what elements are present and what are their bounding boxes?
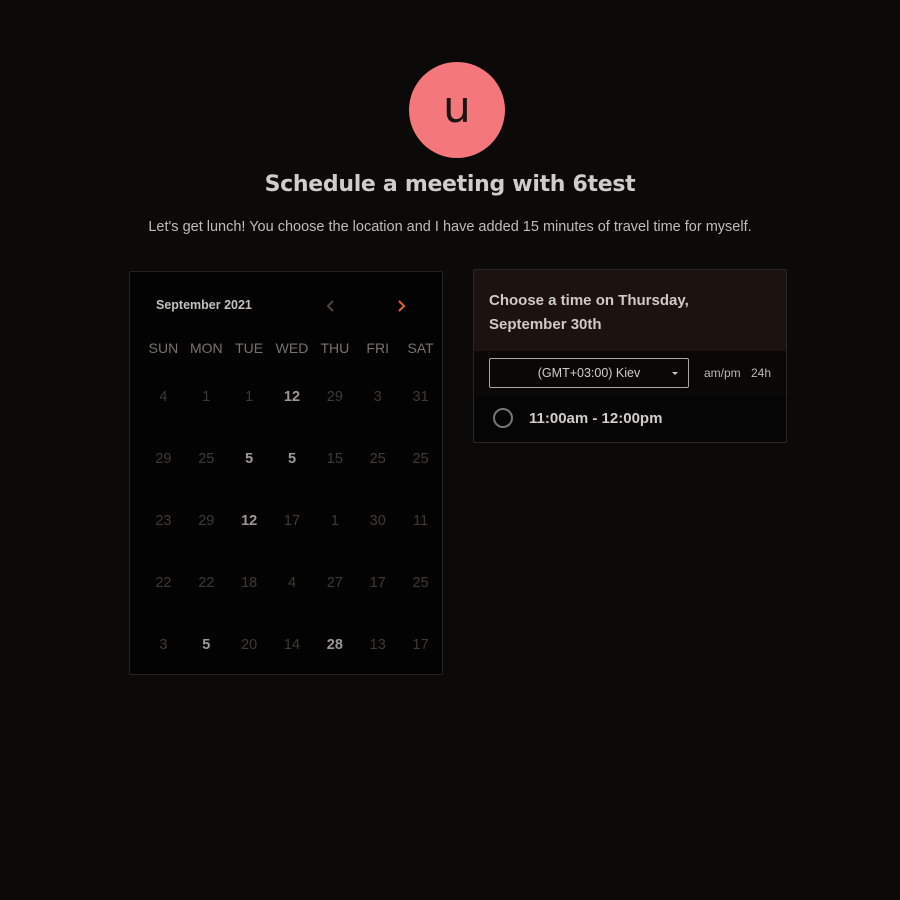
avatar: u xyxy=(409,62,505,158)
calendar-day: 25 xyxy=(412,575,429,591)
page-description: Let's get lunch! You choose the location… xyxy=(148,219,752,235)
calendar-day: 31 xyxy=(412,389,429,405)
time-slot[interactable]: 11:00am - 12:00pm xyxy=(474,396,786,443)
time-selection-panel: Choose a time on Thursday, September 30t… xyxy=(473,269,787,443)
calendar-day: 3 xyxy=(159,637,168,653)
weekday-header: SUN MON TUE WED THU FRI SAT xyxy=(142,340,442,356)
calendar-day[interactable]: 12 xyxy=(228,490,271,552)
format-ampm-toggle[interactable]: am/pm xyxy=(704,366,741,380)
calendar-day: 30 xyxy=(369,513,386,529)
calendar-day: 13 xyxy=(369,637,386,653)
calendar-day: 22 xyxy=(155,575,172,591)
calendar-day: 1 xyxy=(245,389,254,405)
chevron-left-icon xyxy=(326,300,334,312)
calendar-day: 29 xyxy=(198,513,215,529)
time-panel-header: Choose a time on Thursday, September 30t… xyxy=(474,270,786,351)
calendar-day: 17 xyxy=(369,575,386,591)
timezone-row: (GMT+03:00) Kiev am/pm 24h xyxy=(474,351,786,396)
weekday-label: SUN xyxy=(148,340,179,356)
calendar-day: 17 xyxy=(412,637,429,653)
calendar-day: 17 xyxy=(283,513,301,529)
weekday-label: SAT xyxy=(407,340,434,356)
calendar-day: 1 xyxy=(202,389,211,405)
calendar-day: 23 xyxy=(155,513,172,529)
calendar-day: 20 xyxy=(241,637,258,653)
radio-button[interactable] xyxy=(493,408,513,428)
chevron-right-icon xyxy=(398,300,406,312)
calendar-day[interactable]: 12 xyxy=(271,366,314,428)
calendar-day[interactable]: 28 xyxy=(313,614,356,676)
calendar-day: 14 xyxy=(283,637,301,653)
prev-month-button[interactable] xyxy=(319,294,343,318)
calendar-day[interactable]: 5 xyxy=(271,428,314,490)
scheduling-page: u Schedule a meeting with 6test Let's ge… xyxy=(0,0,900,900)
calendar-days-grid: 4 1 1 12 29 3 31 29 25 5 5 15 25 25 23 29 12 17 1 30 11 22 22 1… xyxy=(142,366,442,676)
calendar-day: 11 xyxy=(413,513,429,529)
calendar-day: 22 xyxy=(198,575,215,591)
calendar-day: 29 xyxy=(155,451,172,467)
calendar-day: 15 xyxy=(326,451,343,467)
calendar-day: 25 xyxy=(369,451,386,467)
time-slot-label: 11:00am - 12:00pm xyxy=(529,410,663,427)
calendar-day: 3 xyxy=(373,389,382,405)
calendar-day: 18 xyxy=(241,575,258,591)
time-panel-heading: Choose a time on Thursday, September 30t… xyxy=(489,292,689,333)
timezone-select[interactable]: (GMT+03:00) Kiev xyxy=(489,358,689,388)
calendar: September 2021 SUN MON TUE WED THU FRI S… xyxy=(129,271,443,675)
calendar-month-label: September 2021 xyxy=(156,298,252,312)
next-month-button[interactable] xyxy=(389,294,413,318)
weekday-label: FRI xyxy=(366,340,389,356)
calendar-day: 1 xyxy=(330,513,339,529)
timezone-value: (GMT+03:00) Kiev xyxy=(537,366,641,380)
caret-down-icon xyxy=(672,372,678,375)
weekday-label: WED xyxy=(275,340,309,356)
calendar-day: 25 xyxy=(412,451,429,467)
calendar-day[interactable]: 5 xyxy=(228,428,271,490)
format-24h-toggle[interactable]: 24h xyxy=(751,366,771,380)
weekday-label: MON xyxy=(189,340,223,356)
calendar-day: 27 xyxy=(326,575,343,591)
avatar-letter: u xyxy=(443,82,471,133)
calendar-day: 29 xyxy=(326,389,343,405)
page-title: Schedule a meeting with 6test xyxy=(264,172,636,197)
calendar-day: 25 xyxy=(198,451,215,467)
weekday-label: THU xyxy=(320,340,350,356)
calendar-day: 4 xyxy=(287,575,297,591)
calendar-day: 4 xyxy=(159,389,168,405)
calendar-day[interactable]: 5 xyxy=(185,614,228,676)
weekday-label: TUE xyxy=(235,340,264,356)
